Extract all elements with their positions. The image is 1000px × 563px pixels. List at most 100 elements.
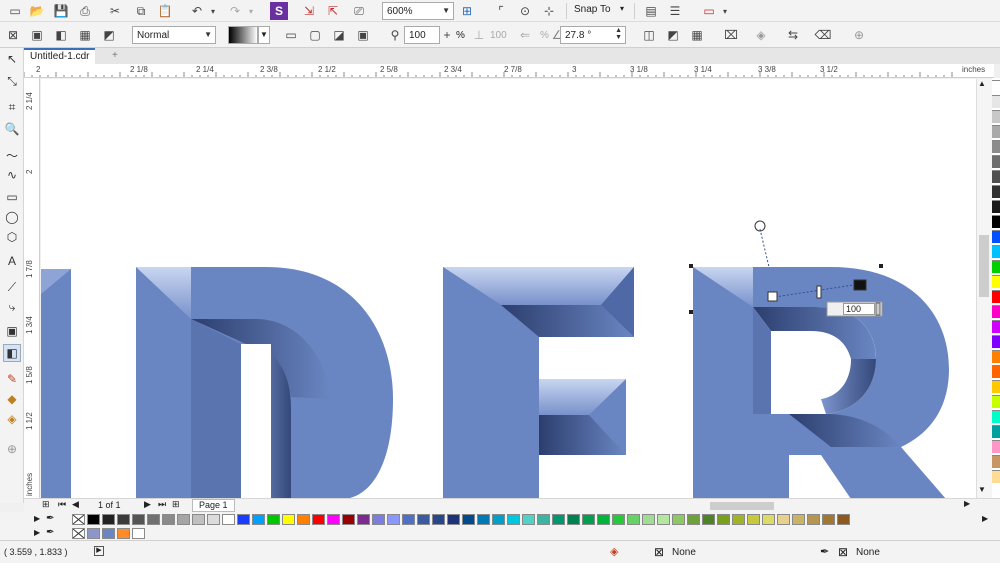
color-swatch[interactable]: [687, 514, 700, 525]
full-screen-icon[interactable]: ⊞: [458, 2, 476, 20]
midpoint-value[interactable]: 100: [490, 30, 507, 41]
right-color-swatch[interactable]: [992, 335, 1000, 348]
right-color-swatch[interactable]: [992, 410, 1000, 423]
rectangle-tool-icon[interactable]: ▭: [3, 188, 21, 206]
no-transparency-icon[interactable]: ⊠: [4, 26, 22, 44]
undo-dropdown-icon[interactable]: ▾: [204, 2, 222, 20]
node-transparency-input[interactable]: 100: [404, 26, 440, 44]
reverse-icon[interactable]: ◫: [640, 26, 658, 44]
linear-fountain-icon[interactable]: ▭: [282, 26, 300, 44]
plus-icon[interactable]: +: [438, 26, 456, 44]
document-color-swatch[interactable]: [102, 528, 115, 539]
cut-icon[interactable]: ✂: [106, 2, 124, 20]
right-color-swatch[interactable]: [992, 425, 1000, 438]
color-swatch[interactable]: [102, 514, 115, 525]
show-grid-icon[interactable]: ⊙: [516, 2, 534, 20]
rectangular-fountain-icon[interactable]: ▣: [354, 26, 372, 44]
color-swatch[interactable]: [657, 514, 670, 525]
letter-r[interactable]: [693, 267, 949, 499]
color-swatch[interactable]: [507, 514, 520, 525]
right-color-swatch[interactable]: [992, 140, 1000, 153]
color-swatch[interactable]: [627, 514, 640, 525]
right-color-swatch[interactable]: [992, 455, 1000, 468]
drawing-canvas[interactable]: 100: [41, 79, 976, 499]
color-swatch[interactable]: [87, 514, 100, 525]
page-tab[interactable]: Page 1: [192, 499, 235, 512]
color-swatch[interactable]: [522, 514, 535, 525]
ellipse-tool-icon[interactable]: ◯: [3, 208, 21, 226]
right-color-swatch[interactable]: [992, 230, 1000, 243]
color-swatch[interactable]: [162, 514, 175, 525]
color-swatch[interactable]: [222, 514, 235, 525]
clear-transparency-icon[interactable]: ⌫: [814, 26, 832, 44]
elliptical-fountain-icon[interactable]: ▢: [306, 26, 324, 44]
drop-shadow-tool-icon[interactable]: ▣: [3, 322, 21, 340]
right-color-swatch[interactable]: [992, 110, 1000, 123]
right-color-swatch[interactable]: [992, 215, 1000, 228]
fountain-transparency-icon[interactable]: ◧: [52, 26, 70, 44]
color-swatch[interactable]: [612, 514, 625, 525]
color-swatch[interactable]: [837, 514, 850, 525]
color-swatch[interactable]: [387, 514, 400, 525]
color-swatch[interactable]: [777, 514, 790, 525]
transparency-tool-icon[interactable]: ◧: [3, 344, 21, 362]
color-swatch[interactable]: [267, 514, 280, 525]
color-swatch[interactable]: [582, 514, 595, 525]
scroll-right-icon[interactable]: ▶: [964, 499, 970, 508]
color-swatch[interactable]: [402, 514, 415, 525]
vertical-ruler[interactable]: 2 1/4 2 1 7/8 1 3/4 1 5/8 1 1/2 inches: [24, 78, 40, 498]
right-color-swatch[interactable]: [992, 275, 1000, 288]
right-color-swatch[interactable]: [992, 80, 1000, 93]
color-swatch[interactable]: [432, 514, 445, 525]
vertical-scrollbar[interactable]: ▲ ▼: [976, 79, 992, 499]
no-color-swatch[interactable]: [72, 514, 85, 525]
color-swatch[interactable]: [447, 514, 460, 525]
import-icon[interactable]: ⇲: [300, 2, 318, 20]
open-folder-icon[interactable]: 📂: [28, 2, 46, 20]
freeze-icon[interactable]: ⌧: [722, 26, 740, 44]
color-swatch[interactable]: [597, 514, 610, 525]
color-swatch[interactable]: [492, 514, 505, 525]
color-swatch[interactable]: [537, 514, 550, 525]
color-swatch[interactable]: [342, 514, 355, 525]
right-color-swatch[interactable]: [992, 440, 1000, 453]
document-color-swatch[interactable]: [87, 528, 100, 539]
right-color-swatch[interactable]: [992, 395, 1000, 408]
last-page-icon[interactable]: ⏭: [158, 499, 166, 510]
uniform-transparency-icon[interactable]: ▣: [28, 26, 46, 44]
color-swatch[interactable]: [732, 514, 745, 525]
color-swatch[interactable]: [672, 514, 685, 525]
add-tool-icon[interactable]: ⊕: [3, 440, 21, 458]
launch-dropdown-icon[interactable]: ▾: [716, 2, 734, 20]
color-swatch[interactable]: [132, 514, 145, 525]
color-eyedropper-icon[interactable]: ✎: [3, 370, 21, 388]
prev-page-icon[interactable]: ◀: [72, 499, 79, 510]
right-color-swatch[interactable]: [992, 380, 1000, 393]
zoom-levels-combo[interactable]: 600% ▼: [382, 2, 454, 20]
play-icon[interactable]: ▶: [94, 546, 104, 556]
polygon-tool-icon[interactable]: ⬡: [3, 228, 21, 246]
color-swatch[interactable]: [117, 514, 130, 525]
horizontal-ruler[interactable]: 2 2 1/8 2 1/4 2 3/8 2 1/2 2 5/8 2 3/4 2 …: [24, 64, 994, 78]
right-color-swatch[interactable]: [992, 185, 1000, 198]
color-swatch[interactable]: [552, 514, 565, 525]
color-swatch[interactable]: [237, 514, 250, 525]
redo-dropdown-icon[interactable]: ▾: [242, 2, 260, 20]
scroll-down-icon[interactable]: ▼: [978, 485, 986, 494]
fill-icon[interactable]: ◈: [610, 545, 618, 558]
free-scale-icon[interactable]: ◩: [664, 26, 682, 44]
color-swatch[interactable]: [357, 514, 370, 525]
no-color-swatch-2[interactable]: [72, 528, 85, 539]
outline-pen-icon[interactable]: ✒: [820, 545, 829, 558]
spinner-icon[interactable]: ▲ ▼: [615, 27, 622, 41]
print-icon[interactable]: ⎙: [76, 2, 94, 20]
right-color-swatch[interactable]: [992, 305, 1000, 318]
color-swatch[interactable]: [642, 514, 655, 525]
color-swatch[interactable]: [747, 514, 760, 525]
shape-tool-icon[interactable]: ⤡: [3, 72, 21, 90]
color-swatch[interactable]: [327, 514, 340, 525]
document-color-swatch[interactable]: [117, 528, 130, 539]
right-color-swatch[interactable]: [992, 290, 1000, 303]
bitmap-transparency-icon[interactable]: ◩: [100, 26, 118, 44]
search-content-icon[interactable]: S: [270, 2, 288, 20]
